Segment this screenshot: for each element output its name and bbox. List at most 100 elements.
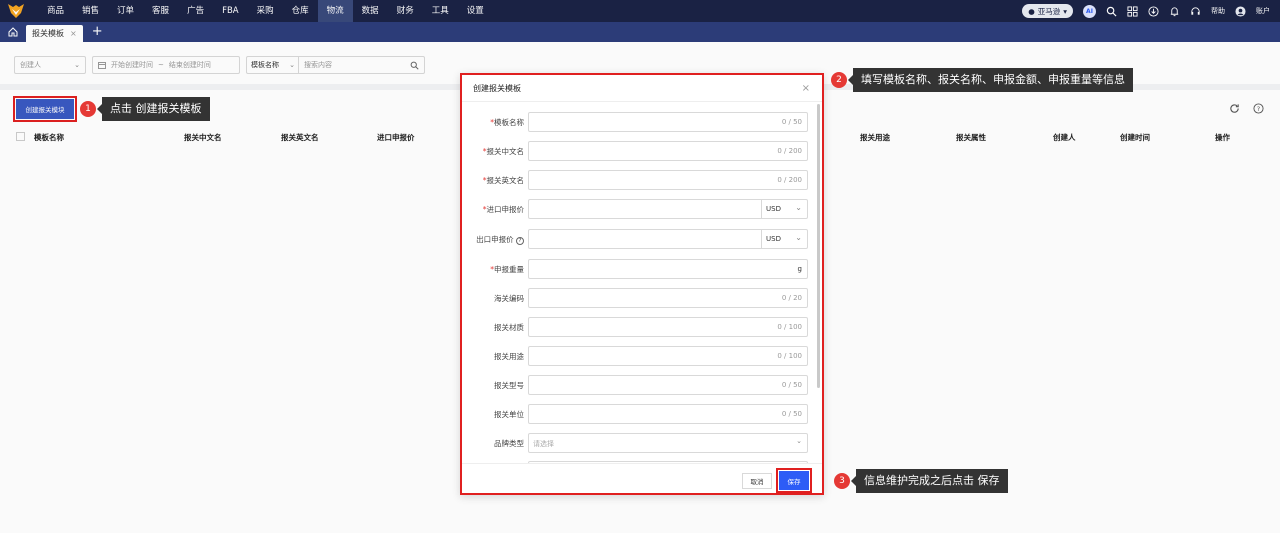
nav-products[interactable]: 商品: [38, 0, 73, 22]
col-import-price[interactable]: 进口申报价: [377, 132, 415, 143]
template-name-input[interactable]: 0 / 50: [528, 112, 808, 132]
import-price-input[interactable]: USD ⌄: [528, 199, 808, 219]
refresh-icon[interactable]: [1229, 103, 1240, 114]
page-tab-bar: 报关模板 × +: [0, 22, 1280, 42]
currency-select[interactable]: USD ⌄: [761, 200, 807, 218]
field-template-name: *模板名称 0 / 50: [462, 112, 812, 132]
close-icon[interactable]: ×: [70, 29, 77, 38]
field-brand-type: 品牌类型 请选择 ⌄: [462, 433, 812, 453]
weight-input[interactable]: g: [528, 259, 808, 279]
select-all-checkbox[interactable]: [16, 132, 25, 141]
col-cn-name[interactable]: 报关中文名: [184, 132, 222, 143]
usage-input[interactable]: 0 / 100: [528, 346, 808, 366]
nav-data[interactable]: 数据: [353, 0, 388, 22]
field-label: 报关材质: [494, 323, 524, 332]
help-link[interactable]: 帮助: [1211, 6, 1225, 16]
col-created-time[interactable]: 创建时间: [1120, 132, 1150, 143]
model-input[interactable]: 0 / 50: [528, 375, 808, 395]
brand-type-select[interactable]: 请选择 ⌄: [528, 433, 808, 453]
col-en-name[interactable]: 报关英文名: [281, 132, 319, 143]
date-end: 结束创建时间: [168, 61, 211, 69]
creator-select[interactable]: 创建人 ⌄: [14, 56, 86, 74]
date-start: 开始创建时间: [111, 61, 153, 69]
callout-step-2: 2 填写模板名称、报关名称、申报金额、申报重量等信息: [831, 68, 1133, 92]
store-name: 亚马逊: [1037, 6, 1061, 16]
modal-title: 创建报关模板: [473, 83, 521, 93]
search-field-select[interactable]: 模板名称 ⌄: [247, 57, 299, 73]
nav-purchase[interactable]: 采购: [248, 0, 283, 22]
col-template-name[interactable]: 模板名称: [34, 132, 64, 143]
nav-ads[interactable]: 广告: [178, 0, 213, 22]
download-icon[interactable]: [1148, 5, 1159, 17]
chevron-down-icon: ⌄: [795, 203, 802, 212]
field-import-price: *进口申报价 USD ⌄: [462, 199, 812, 219]
account-menu[interactable]: 账户: [1256, 6, 1270, 16]
cn-name-input[interactable]: 0 / 200: [528, 141, 808, 161]
field-label: 报关用途: [494, 352, 524, 361]
step-text: 填写模板名称、报关名称、申报金额、申报重量等信息: [848, 68, 1133, 92]
currency-value: USD: [766, 205, 781, 213]
nav-logistics[interactable]: 物流: [317, 0, 353, 22]
col-actions[interactable]: 操作: [1215, 132, 1230, 143]
unit-input[interactable]: 0 / 50: [528, 404, 808, 424]
nav-sales[interactable]: 销售: [73, 0, 108, 22]
field-label: 海关编码: [494, 294, 524, 303]
nav-fba[interactable]: FBA: [213, 0, 248, 22]
char-counter: 0 / 50: [781, 381, 802, 389]
tab-customs-template[interactable]: 报关模板 ×: [26, 25, 83, 42]
save-button[interactable]: 保存: [776, 468, 812, 493]
app-logo-icon[interactable]: [8, 4, 24, 18]
bell-icon[interactable]: [1169, 6, 1180, 17]
nav-customer-service[interactable]: 客服: [143, 0, 178, 22]
nav-orders[interactable]: 订单: [108, 0, 143, 22]
step-number: 2: [831, 72, 847, 88]
add-tab-button[interactable]: +: [92, 22, 103, 42]
home-tab[interactable]: [0, 22, 26, 42]
help-circle-icon[interactable]: ?: [1253, 103, 1264, 114]
search-group: 模板名称 ⌄ 搜索内容: [246, 56, 425, 74]
nav-warehouse[interactable]: 仓库: [283, 0, 318, 22]
col-attribute[interactable]: 报关属性: [956, 132, 986, 143]
nav-right-tools: ● 亚马逊 ▾ AI 帮助 账户: [1022, 0, 1270, 22]
search-icon[interactable]: [410, 61, 419, 70]
cancel-button[interactable]: 取消: [742, 473, 772, 489]
field-unit: 报关单位 0 / 50: [462, 404, 812, 424]
ai-assistant-icon[interactable]: AI: [1083, 4, 1096, 18]
hs-code-input[interactable]: 0 / 20: [528, 288, 808, 308]
apps-grid-icon[interactable]: [1127, 5, 1138, 17]
col-usage[interactable]: 报关用途: [860, 132, 890, 143]
col-creator[interactable]: 创建人: [1053, 132, 1076, 143]
nav-finance[interactable]: 财务: [388, 0, 423, 22]
store-switcher[interactable]: ● 亚马逊 ▾: [1022, 4, 1073, 18]
search-input[interactable]: 搜索内容: [304, 60, 332, 70]
currency-value: USD: [766, 235, 781, 243]
field-label: *进口申报价: [482, 205, 524, 214]
date-range-picker[interactable]: 开始创建时间 ~ 结束创建时间: [92, 56, 240, 74]
info-icon[interactable]: ?: [516, 237, 524, 245]
field-weight: *申报重量 g: [462, 259, 812, 279]
callout-step-3: 3 信息维护完成之后点击 保存: [834, 469, 1008, 493]
modal-form: *模板名称 0 / 50 *报关中文名 0 / 200 *报关英文名 0 / 2…: [462, 102, 822, 464]
create-template-button[interactable]: 创建报关模块: [13, 96, 77, 122]
en-name-input[interactable]: 0 / 200: [528, 170, 808, 190]
svg-text:?: ?: [1257, 105, 1260, 113]
chevron-down-icon: ⌄: [796, 437, 802, 445]
material-input[interactable]: 0 / 100: [528, 317, 808, 337]
headset-icon[interactable]: [1190, 6, 1201, 17]
char-counter: 0 / 20: [781, 294, 802, 302]
nav-tools[interactable]: 工具: [423, 0, 458, 22]
modal-close-icon[interactable]: ×: [802, 83, 810, 94]
field-label: 报关单位: [494, 410, 524, 419]
home-icon: [8, 27, 18, 37]
top-navbar: 商品 销售 订单 客服 广告 FBA 采购 仓库 物流 数据 财务 工具 设置 …: [0, 0, 1280, 22]
export-price-input[interactable]: USD ⌄: [528, 229, 808, 249]
char-counter: 0 / 100: [777, 323, 802, 331]
create-template-modal: 创建报关模板 × *模板名称 0 / 50 *报关中文名 0 / 200 *报关…: [460, 73, 824, 495]
char-counter: 0 / 200: [777, 176, 802, 184]
field-label: 品牌类型: [494, 439, 524, 448]
currency-select[interactable]: USD ⌄: [761, 230, 807, 248]
user-avatar-icon[interactable]: [1235, 5, 1246, 17]
search-icon[interactable]: [1106, 6, 1117, 17]
nav-settings[interactable]: 设置: [458, 0, 493, 22]
field-cn-name: *报关中文名 0 / 200: [462, 141, 812, 161]
